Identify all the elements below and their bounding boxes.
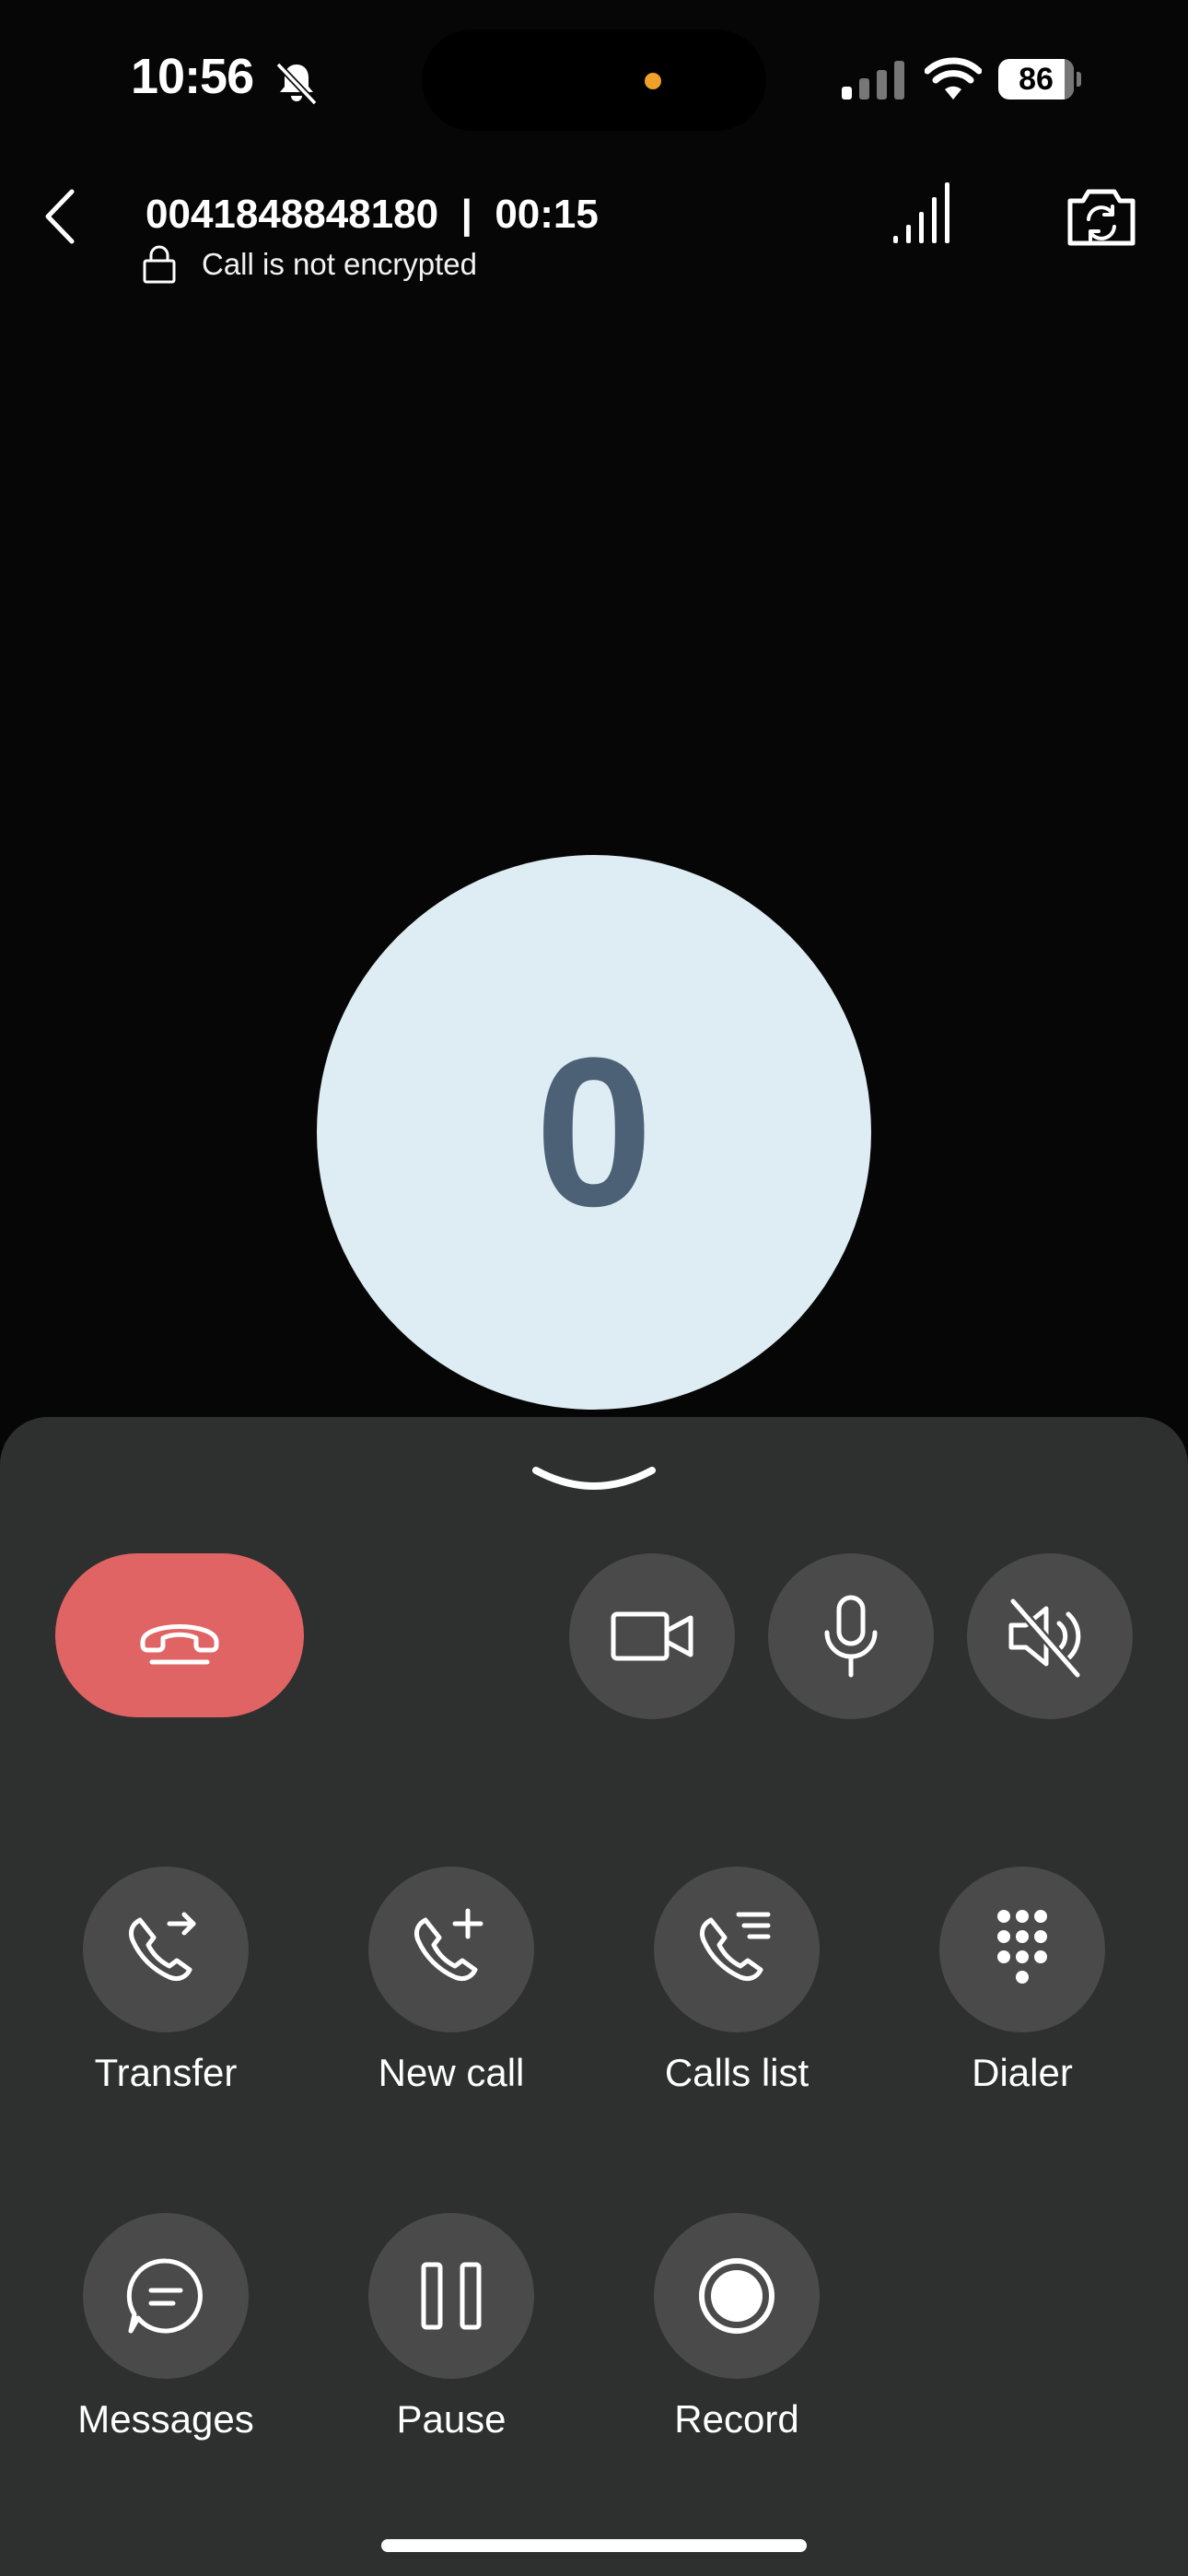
pause-icon bbox=[421, 2262, 482, 2330]
battery-level: 86 bbox=[1019, 62, 1054, 97]
chevron-down-icon[interactable] bbox=[530, 1463, 658, 1496]
transfer-button[interactable] bbox=[83, 1867, 249, 2032]
speaker-mute-icon bbox=[1008, 1598, 1081, 1679]
new-call-icon bbox=[413, 1908, 483, 1982]
new-call-label: New call bbox=[378, 2051, 525, 2094]
microphone-icon bbox=[824, 1595, 878, 1678]
record-button[interactable] bbox=[654, 2213, 820, 2379]
wifi-icon bbox=[925, 57, 982, 100]
video-button[interactable] bbox=[569, 1553, 735, 1719]
pause-label: Pause bbox=[396, 2397, 507, 2441]
speaker-mute-button[interactable] bbox=[967, 1553, 1133, 1719]
hangup-icon bbox=[140, 1624, 219, 1665]
bell-slash-icon bbox=[275, 62, 318, 106]
call-number-and-duration: 0041848848180 | 00:15 bbox=[146, 192, 599, 237]
new-call-button[interactable] bbox=[368, 1867, 534, 2032]
video-icon bbox=[611, 1611, 693, 1661]
avatar-initial: 0 bbox=[535, 1013, 653, 1250]
contact-avatar: 0 bbox=[317, 855, 871, 1410]
messages-label: Messages bbox=[77, 2397, 254, 2441]
dialer-icon bbox=[997, 1910, 1047, 1984]
record-label: Record bbox=[674, 2397, 799, 2441]
encryption-status: Call is not encrypted bbox=[202, 247, 477, 281]
dialer-button[interactable] bbox=[939, 1867, 1105, 2032]
messages-icon bbox=[126, 2258, 203, 2334]
transfer-icon bbox=[128, 1912, 196, 1982]
camera-flip-icon[interactable] bbox=[1065, 181, 1138, 251]
privacy-indicator-dot bbox=[645, 73, 661, 89]
microphone-button[interactable] bbox=[768, 1553, 934, 1719]
back-chevron-icon[interactable] bbox=[41, 188, 79, 245]
transfer-label: Transfer bbox=[94, 2051, 238, 2094]
signal-strength-icon[interactable] bbox=[891, 181, 952, 245]
battery-icon: 86 bbox=[998, 59, 1081, 100]
calls-list-button[interactable] bbox=[654, 1867, 820, 2032]
messages-button[interactable] bbox=[83, 2213, 249, 2379]
hangup-button[interactable] bbox=[55, 1553, 304, 1717]
cellular-icon bbox=[842, 61, 904, 100]
status-time: 10:56 bbox=[131, 49, 254, 104]
dynamic-island bbox=[422, 29, 766, 131]
dialer-label: Dialer bbox=[972, 2051, 1073, 2094]
lock-icon bbox=[143, 245, 176, 284]
calls-list-icon bbox=[699, 1912, 771, 1982]
record-icon bbox=[699, 2258, 775, 2334]
calls-list-label: Calls list bbox=[664, 2051, 809, 2094]
pause-button[interactable] bbox=[368, 2213, 534, 2379]
home-indicator[interactable] bbox=[381, 2539, 807, 2552]
